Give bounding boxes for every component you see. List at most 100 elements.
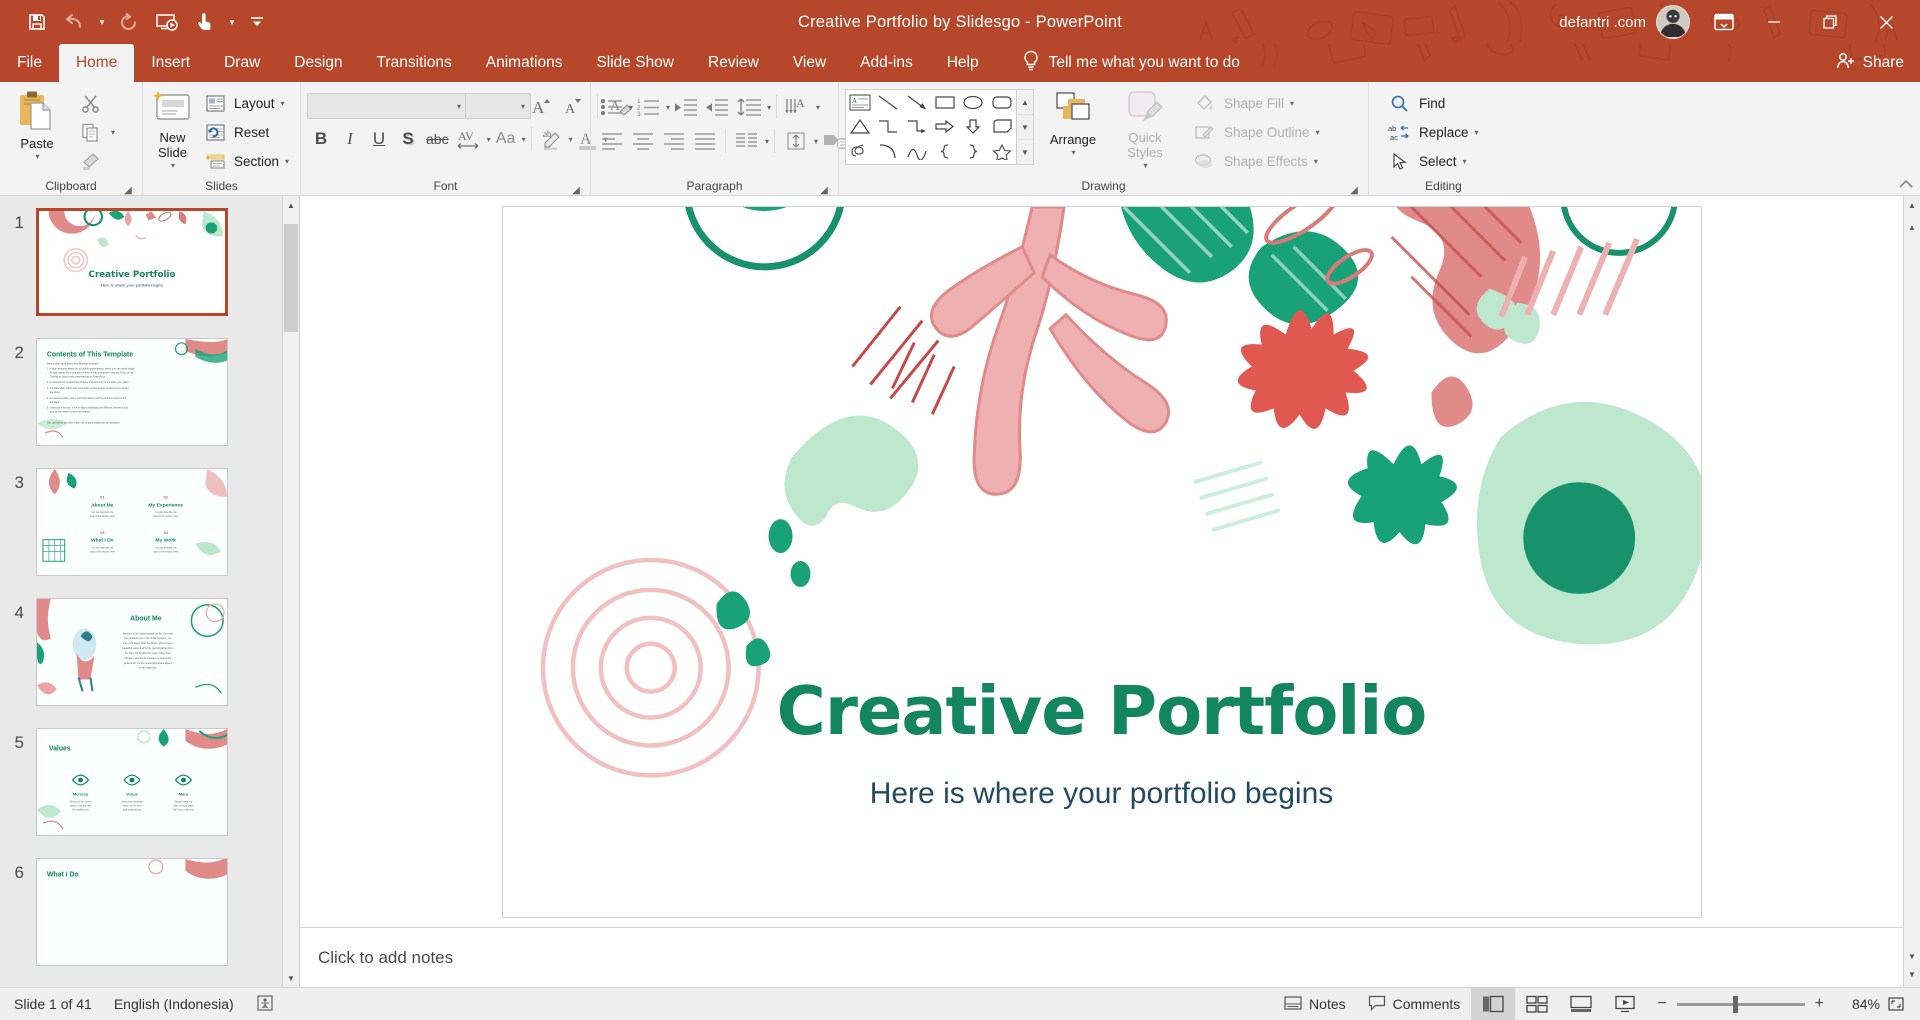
find-button[interactable]: Find <box>1379 90 1484 117</box>
section-button[interactable]: Section ▾ <box>198 148 294 175</box>
normal-view-button[interactable] <box>1471 988 1516 1020</box>
thumbnail-slide-5[interactable]: 5 Values Mercury Mercury is the closest … <box>0 728 299 858</box>
shape-down-arrow-icon[interactable] <box>959 115 987 140</box>
restore-button[interactable] <box>1802 0 1858 44</box>
thumbnail-image[interactable]: Values Mercury Mercury is the closest pl… <box>36 728 228 836</box>
font-size-dropdown-icon[interactable]: ▾ <box>521 102 525 111</box>
align-text-button[interactable] <box>780 127 812 155</box>
character-spacing-dropdown-icon[interactable]: ▾ <box>487 135 491 144</box>
touch-mode-icon[interactable] <box>186 7 224 37</box>
layout-button[interactable]: Layout ▾ <box>198 90 294 117</box>
thumbnail-image[interactable]: What I Do <box>36 858 228 966</box>
arrange-button[interactable]: Arrange ▾ <box>1036 86 1110 157</box>
save-icon[interactable] <box>18 7 56 37</box>
thumbnail-slide-1[interactable]: 1 Creative Portfolio Here is where your … <box>0 208 299 338</box>
notes-pane[interactable]: Click to add notes <box>300 927 1903 987</box>
canvas-previous-slide-icon[interactable]: ▲ <box>1904 218 1920 236</box>
shape-elbow-arrow-connector-icon[interactable] <box>903 115 931 140</box>
replace-button[interactable]: ab ac Replace ▾ <box>1379 119 1484 146</box>
change-case-button[interactable]: Aa <box>492 125 520 153</box>
thumbnail-image[interactable]: About Me Mercury is the closest planet t… <box>36 598 228 706</box>
start-presentation-icon[interactable] <box>148 7 186 37</box>
decrease-font-size-button[interactable]: A <box>561 92 589 120</box>
thumbnail-slide-2[interactable]: 2 Contents of This Template Here's what … <box>0 338 299 468</box>
underline-button[interactable]: U <box>365 125 393 153</box>
shape-curve-icon[interactable] <box>903 139 931 164</box>
slide-title-text[interactable]: Creative Portfolio <box>503 672 1701 750</box>
fit-to-window-button[interactable] <box>1880 988 1912 1020</box>
shape-text-box-icon[interactable]: A <box>846 90 874 115</box>
shapes-scroll-up-icon[interactable]: ▲ <box>1017 90 1033 115</box>
notes-button[interactable]: Notes <box>1273 988 1357 1020</box>
text-direction-button[interactable]: A <box>782 93 814 121</box>
align-text-dropdown-icon[interactable]: ▾ <box>814 137 818 146</box>
copy-dropdown-icon[interactable]: ▾ <box>111 128 115 137</box>
highlight-dropdown-icon[interactable]: ▾ <box>569 135 573 144</box>
shape-right-brace-icon[interactable] <box>959 139 987 164</box>
account-name[interactable]: defantri .com <box>1559 14 1646 31</box>
zoom-level[interactable]: 84% <box>1834 996 1880 1012</box>
thumbnail-image[interactable]: Contents of This Template Here's what yo… <box>36 338 228 446</box>
copy-button[interactable]: ▾ <box>70 119 120 146</box>
current-slide[interactable]: Creative Portfolio Here is where your po… <box>501 205 1702 918</box>
quick-styles-button[interactable]: Quick Styles ▾ <box>1112 86 1178 170</box>
thumbnail-scroll-up-icon[interactable]: ▲ <box>283 196 299 214</box>
cut-button[interactable] <box>70 90 120 117</box>
tab-file[interactable]: File <box>0 44 59 82</box>
new-slide-dropdown-icon[interactable]: ▾ <box>171 161 175 170</box>
slide-show-view-button[interactable] <box>1603 988 1647 1020</box>
columns-dropdown-icon[interactable]: ▾ <box>765 137 769 146</box>
tab-view[interactable]: View <box>776 44 843 82</box>
close-button[interactable] <box>1858 0 1914 44</box>
shape-triangle-icon[interactable] <box>846 115 874 140</box>
quick-styles-dropdown-icon[interactable]: ▾ <box>1143 161 1147 170</box>
shapes-scroll-down-icon[interactable]: ▼ <box>1017 115 1033 140</box>
zoom-track[interactable] <box>1676 995 1805 1013</box>
shape-right-arrow-icon[interactable] <box>931 115 959 140</box>
tab-review[interactable]: Review <box>691 44 776 82</box>
shapes-gallery-more-icon[interactable]: ▼ <box>1017 140 1033 164</box>
line-spacing-button[interactable] <box>733 93 765 121</box>
shape-outline-dropdown-icon[interactable]: ▾ <box>1316 128 1320 137</box>
shape-effects-dropdown-icon[interactable]: ▾ <box>1314 157 1318 166</box>
undo-dropdown-icon[interactable]: ▾ <box>94 7 110 37</box>
format-painter-button[interactable] <box>70 148 120 175</box>
shape-fill-button[interactable]: Shape Fill ▾ <box>1184 90 1325 117</box>
ribbon-display-options-icon[interactable] <box>1702 5 1746 39</box>
touch-mode-dropdown-icon[interactable]: ▾ <box>224 7 240 37</box>
canvas-scroll-up-icon[interactable]: ▲ <box>1904 196 1920 214</box>
slide-subtitle-text[interactable]: Here is where your portfolio begins <box>503 777 1701 811</box>
shape-outline-button[interactable]: Shape Outline ▾ <box>1184 119 1325 146</box>
decrease-indent-button[interactable] <box>671 93 701 121</box>
change-case-dropdown-icon[interactable]: ▾ <box>522 135 526 144</box>
shape-arrow-icon[interactable] <box>903 90 931 115</box>
paragraph-dialog-launcher[interactable]: ◢ <box>818 182 830 196</box>
thumbnail-scrollbar[interactable]: ▲ ▼ <box>282 196 299 987</box>
canvas-vertical-scrollbar[interactable]: ▲ ▲ ▼ ▼ <box>1903 196 1920 987</box>
numbering-button[interactable]: 123 <box>634 93 664 121</box>
strikethrough-button[interactable]: abc <box>423 125 452 153</box>
align-center-button[interactable] <box>628 127 658 155</box>
shape-effects-button[interactable]: Shape Effects ▾ <box>1184 148 1325 175</box>
zoom-out-icon[interactable]: − <box>1657 995 1666 1013</box>
shape-folded-corner-icon[interactable] <box>988 115 1016 140</box>
select-dropdown-icon[interactable]: ▾ <box>1463 157 1467 166</box>
font-dialog-launcher[interactable]: ◢ <box>570 182 582 196</box>
shape-scribble-icon[interactable] <box>846 139 874 164</box>
arrange-dropdown-icon[interactable]: ▾ <box>1071 148 1075 157</box>
tab-help[interactable]: Help <box>930 44 996 82</box>
align-left-button[interactable] <box>597 127 627 155</box>
bold-button[interactable]: B <box>307 125 335 153</box>
tab-home[interactable]: Home <box>58 44 135 82</box>
shape-arc-icon[interactable] <box>874 139 902 164</box>
slide-indicator[interactable]: Slide 1 of 41 <box>14 988 103 1020</box>
collapse-ribbon-icon[interactable] <box>1898 178 1914 193</box>
minimize-button[interactable] <box>1746 0 1802 44</box>
shape-elbow-connector-icon[interactable] <box>874 115 902 140</box>
shape-rounded-rectangle-icon[interactable] <box>988 90 1016 115</box>
slide-sorter-view-button[interactable] <box>1515 988 1559 1020</box>
paste-dropdown-icon[interactable]: ▾ <box>35 152 39 161</box>
replace-dropdown-icon[interactable]: ▾ <box>1475 128 1479 137</box>
tab-animations[interactable]: Animations <box>469 44 580 82</box>
bullets-dropdown-icon[interactable]: ▾ <box>629 103 633 112</box>
